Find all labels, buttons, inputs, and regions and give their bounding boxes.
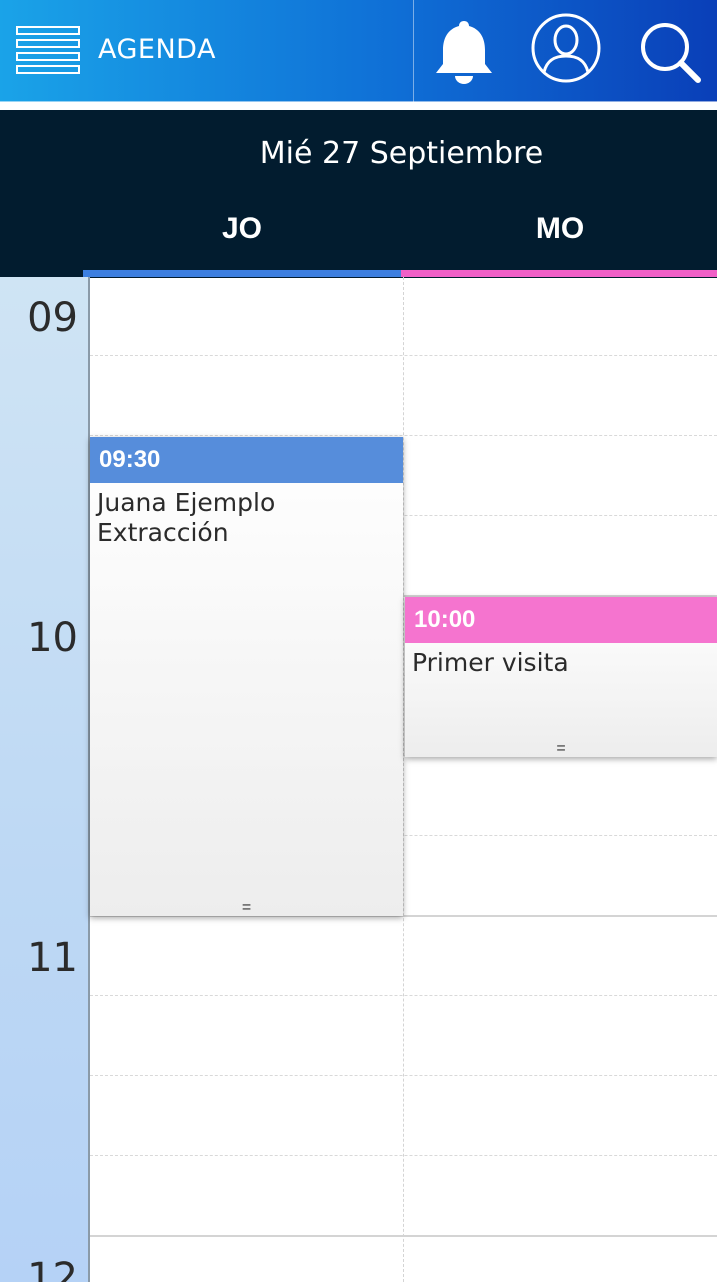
resize-handle[interactable]: = [405,741,717,757]
app-bar-bottom-line [0,101,717,103]
hour-label: 11 [27,935,78,981]
toolbar-divider [413,0,414,102]
column-divider [403,277,404,1282]
profile-button[interactable] [530,12,602,84]
column-color-bar-mo [401,270,717,277]
event-title: Juana Ejemplo [97,488,276,517]
current-date[interactable]: Mié 27 Septiembre [0,136,717,171]
hamburger-menu-icon [16,26,82,74]
search-button[interactable] [638,20,702,84]
event-title: Primer visita [412,648,569,677]
event-time: 09:30 [90,437,403,483]
event-subtitle: Extracción [97,518,229,547]
hour-gutter: 09 10 11 12 [0,277,90,1282]
bell-icon [432,21,496,88]
event-card[interactable]: 10:00 Primer visita = [405,597,717,757]
resize-handle[interactable]: = [90,900,403,916]
user-icon [530,13,602,88]
menu-button[interactable] [16,26,82,74]
hour-label: 09 [27,295,78,341]
event-card[interactable]: 09:30 Juana Ejemplo Extracción = [90,437,403,916]
column-header-jo[interactable]: JO [83,212,401,246]
notifications-button[interactable] [432,18,496,84]
column-color-bar-jo [83,270,401,277]
event-time: 10:00 [405,597,717,643]
hour-label: 12 [27,1255,78,1282]
hour-label: 10 [27,615,78,661]
app-title: AGENDA [98,34,216,65]
search-icon [638,23,702,88]
app-bar: AGENDA [0,0,717,103]
column-header-mo[interactable]: MO [401,212,717,246]
